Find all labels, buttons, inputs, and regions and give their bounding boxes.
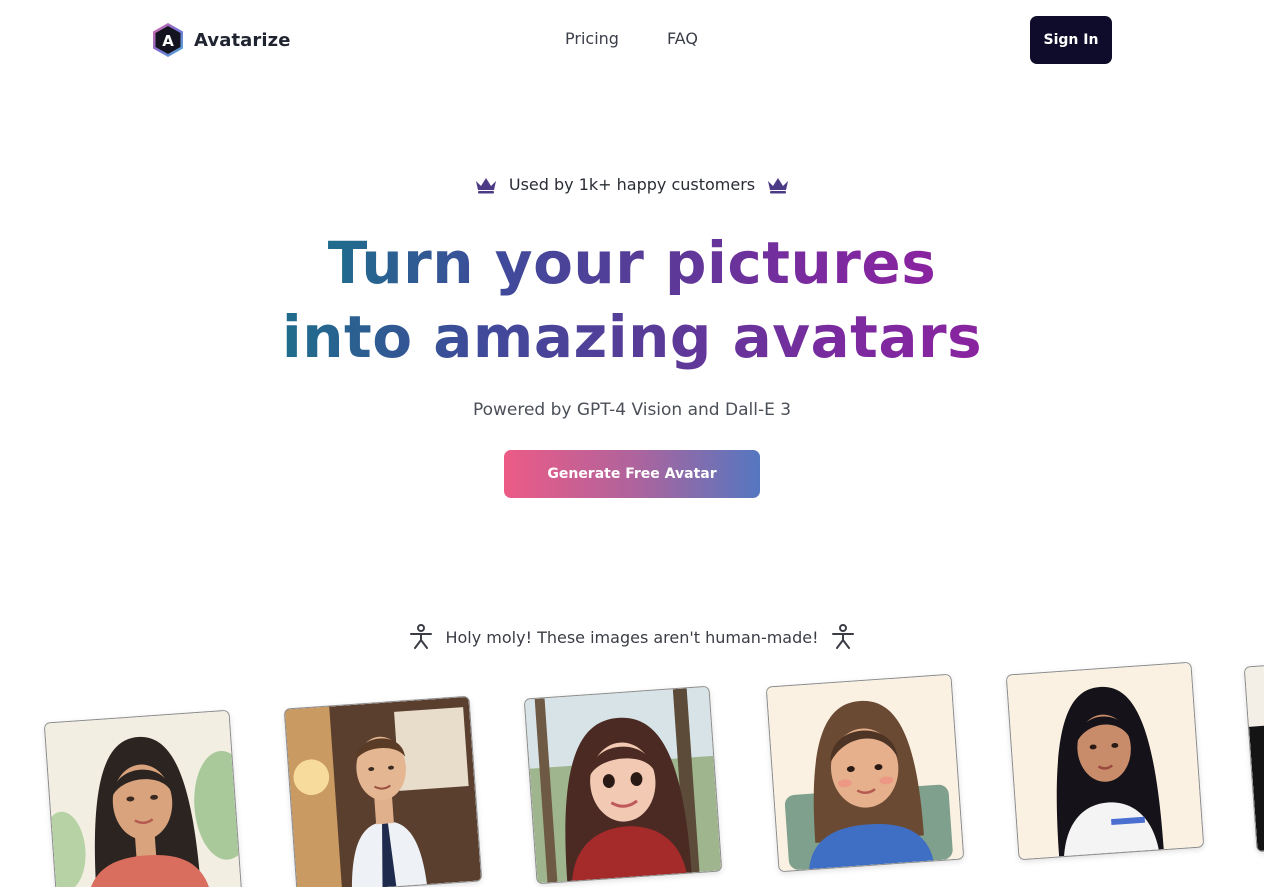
nav-item-faq[interactable]: FAQ bbox=[667, 29, 698, 48]
avatar-card-5[interactable] bbox=[1005, 661, 1205, 861]
headline-line-1: Turn your pictures bbox=[328, 226, 937, 300]
avatar-image bbox=[284, 696, 482, 887]
avatar-card-3[interactable] bbox=[523, 685, 723, 885]
hero-subtitle: Powered by GPT-4 Vision and Dall-E 3 bbox=[472, 400, 792, 420]
avatar-image bbox=[1006, 662, 1204, 860]
badge-text: Used by 1k+ happy customers bbox=[508, 175, 756, 194]
main-nav: Pricing FAQ bbox=[565, 29, 698, 48]
logo-letter: A bbox=[162, 32, 174, 50]
brand-name: Avatarize bbox=[194, 29, 291, 51]
person-icon bbox=[410, 624, 433, 649]
hero-headline: Turn your pictures into amazing avatars bbox=[0, 226, 1264, 374]
crown-icon bbox=[768, 177, 789, 193]
avatar-image bbox=[766, 674, 964, 872]
brand[interactable]: A Avatarize bbox=[151, 22, 291, 58]
person-icon bbox=[831, 624, 854, 649]
gallery-caption-text: Holy moly! These images aren't human-mad… bbox=[445, 627, 819, 647]
avatar-image bbox=[524, 686, 722, 884]
avatar-image bbox=[1244, 654, 1264, 852]
logo-icon: A bbox=[153, 23, 183, 57]
gallery-caption: Holy moly! These images aren't human-mad… bbox=[0, 624, 1264, 650]
avatar-card-1[interactable] bbox=[43, 709, 243, 887]
avatar-card-4[interactable] bbox=[765, 673, 965, 873]
avatar-card-6[interactable] bbox=[1243, 653, 1264, 853]
avatar-image bbox=[44, 710, 242, 887]
headline-line-2: into amazing avatars bbox=[282, 300, 982, 374]
customer-badge: Used by 1k+ happy customers bbox=[0, 175, 1264, 194]
generate-avatar-button[interactable]: Generate Free Avatar bbox=[504, 450, 760, 498]
crown-icon bbox=[475, 177, 496, 193]
sign-in-button[interactable]: Sign In bbox=[1030, 16, 1112, 64]
nav-item-pricing[interactable]: Pricing bbox=[565, 29, 619, 48]
landing-page: A Avatarize Pricing FAQ Sign In Used by … bbox=[0, 0, 1264, 887]
site-header: A Avatarize Pricing FAQ Sign In bbox=[0, 0, 1264, 80]
avatar-card-2[interactable] bbox=[283, 695, 483, 887]
